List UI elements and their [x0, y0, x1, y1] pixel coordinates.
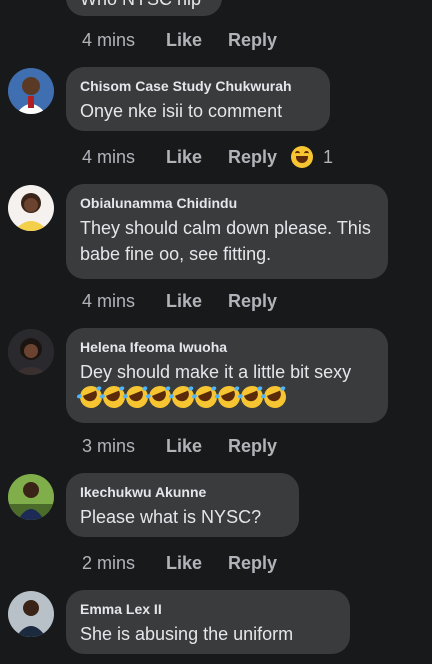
like-button[interactable]: Like [166, 30, 228, 51]
comment-text: She is abusing the uniform [80, 624, 294, 644]
reply-button[interactable]: Reply [228, 147, 277, 168]
comment-timestamp: 4 mins [82, 146, 136, 167]
comment-actions: 4 mins Like Reply [82, 29, 277, 51]
emoji-run [76, 382, 290, 412]
reply-button[interactable]: Reply [228, 291, 277, 312]
avatar[interactable] [8, 68, 54, 114]
comment-bubble: Obialunamma Chidindu They should calm do… [66, 184, 388, 279]
haha-reaction-icon [291, 146, 314, 168]
reply-button[interactable]: Reply [228, 436, 277, 457]
comment-text: Who NYSC hip [80, 0, 208, 12]
avatar[interactable] [8, 185, 54, 231]
comment-timestamp: 4 mins [82, 29, 136, 50]
comment-bubble: Emma Lex II She is abusing the uniform [66, 590, 350, 654]
comment-bubble: Helena Ifeoma Iwuoha Dey should make it … [66, 328, 388, 423]
comment-actions: 4 mins Like Reply [82, 290, 277, 312]
comment-text: They should calm down please. This babe … [80, 218, 371, 264]
comment-bubble: Who NYSC hip [66, 0, 222, 16]
comment-text-body: Dey should make it a little bit sexy [80, 362, 352, 382]
avatar[interactable] [8, 474, 54, 520]
reply-button[interactable]: Reply [228, 30, 277, 51]
comment-author[interactable]: Helena Ifeoma Iwuoha [80, 338, 374, 356]
like-button[interactable]: Like [166, 553, 228, 574]
comment-actions: 4 mins Like Reply 1 [82, 146, 333, 168]
like-button[interactable]: Like [166, 436, 228, 457]
like-button[interactable]: Like [166, 147, 228, 168]
comment-timestamp: 4 mins [82, 290, 136, 311]
rolling-on-floor-laughing-icon [260, 382, 290, 412]
comment-text: Please what is NYSC? [80, 507, 262, 527]
comment-timestamp: 2 mins [82, 552, 136, 573]
comment-author[interactable]: Emma Lex II [80, 600, 336, 618]
comment-bubble: Chisom Case Study Chukwurah Onye nke isi… [66, 67, 330, 131]
avatar[interactable] [8, 591, 54, 637]
comment-actions: 3 mins Like Reply [82, 435, 277, 457]
comment-author[interactable]: Chisom Case Study Chukwurah [80, 77, 316, 95]
reply-button[interactable]: Reply [228, 553, 277, 574]
reaction-summary[interactable]: 1 [291, 146, 333, 168]
reaction-count: 1 [323, 146, 334, 167]
comment-text: Dey should make it a little bit sexy [76, 359, 374, 412]
comment-bubble: Ikechukwu Akunne Please what is NYSC? [66, 473, 299, 537]
comment-actions: 2 mins Like Reply [82, 552, 277, 574]
comment-thread: Who NYSC hip 4 mins Like Reply Chisom Ca… [0, 0, 432, 664]
comment-text: Onye nke isii to comment [80, 101, 283, 121]
like-button[interactable]: Like [166, 291, 228, 312]
comment-author[interactable]: Ikechukwu Akunne [80, 483, 285, 501]
comment-author[interactable]: Obialunamma Chidindu [80, 194, 374, 212]
comment-timestamp: 3 mins [82, 435, 136, 456]
avatar[interactable] [8, 329, 54, 375]
